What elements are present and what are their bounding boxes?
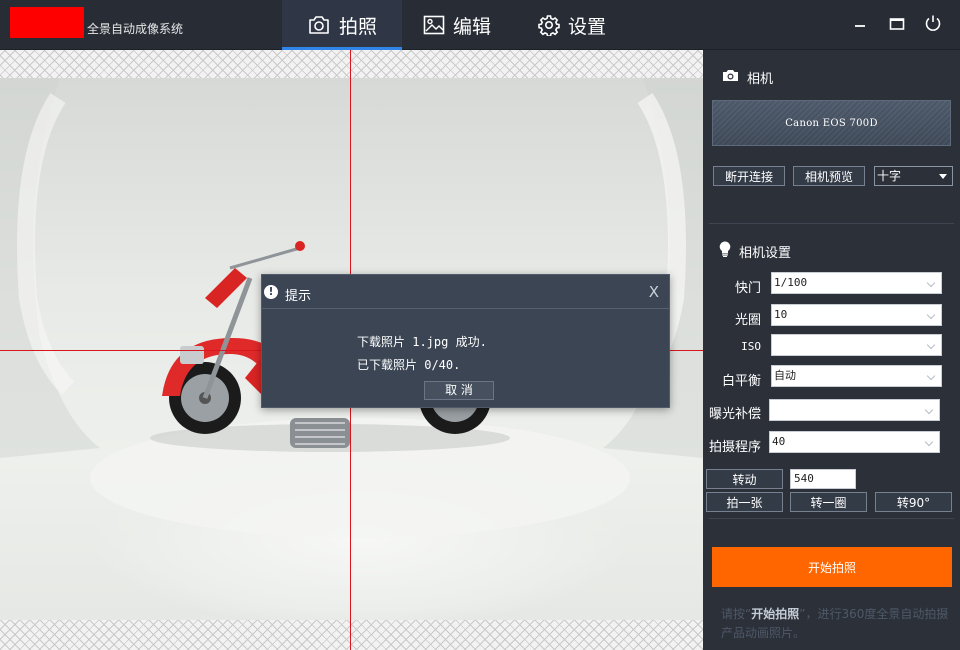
shooting-program-select[interactable]: 40 <box>769 431 940 453</box>
exposure-compensation-select[interactable] <box>769 399 940 421</box>
dialog-close-button[interactable]: X <box>649 283 659 301</box>
chevron-down-icon <box>926 310 936 320</box>
maximize-button[interactable] <box>886 14 908 36</box>
power-icon <box>924 14 942 36</box>
white-balance-select[interactable]: 自动 <box>771 365 942 387</box>
white-balance-label: 白平衡 <box>721 374 761 389</box>
exposure-compensation-label: 曝光补偿 <box>709 407 762 422</box>
hint-text-emphasis: 开始拍照 <box>751 607 800 621</box>
crosshair-select[interactable]: 十字 <box>874 166 953 186</box>
camera-icon <box>307 15 331 35</box>
start-shooting-button[interactable]: 开始拍照 <box>712 547 952 587</box>
chevron-down-icon <box>924 437 934 447</box>
dialog-header: ! 提示 X <box>262 275 669 309</box>
maximize-icon <box>889 16 905 35</box>
aperture-label: 光圈 <box>734 313 761 328</box>
image-icon <box>423 15 445 35</box>
crosshair-select-value: 十字 <box>877 169 902 183</box>
gear-icon <box>538 14 560 36</box>
camera-model-display: Canon EOS 700D <box>712 100 951 146</box>
dialog-message-download: 下载照片 1.jpg 成功. <box>357 335 487 349</box>
dialog-cancel-button[interactable]: 取 消 <box>424 381 494 400</box>
chevron-down-icon <box>926 278 936 288</box>
shutter-select[interactable]: 1/100 <box>771 272 942 294</box>
aperture-select[interactable]: 10 <box>771 304 942 326</box>
rotate-90-button[interactable]: 转90° <box>875 492 952 512</box>
chevron-down-icon <box>926 340 936 350</box>
disconnect-button[interactable]: 断开连接 <box>713 166 785 186</box>
chevron-down-icon <box>924 405 934 415</box>
rotate-degrees-input[interactable]: 540 <box>790 469 856 489</box>
tab-edit-label: 编辑 <box>452 15 491 38</box>
hint-text: 请按“开始拍照”，进行360度全景自动拍摄产品动画照片。 <box>721 605 953 643</box>
shooting-program-label: 拍摄程序 <box>709 440 762 455</box>
aperture-value: 10 <box>774 308 788 321</box>
control-panel: 相机 Canon EOS 700D 断开连接 相机预览 十字 相机设置 快门 1… <box>703 50 960 650</box>
shutter-value: 1/100 <box>774 276 808 289</box>
tab-settings-label: 设置 <box>567 15 606 38</box>
take-one-photo-button[interactable]: 拍一张 <box>706 492 783 512</box>
camera-preview-button[interactable]: 相机预览 <box>793 166 865 186</box>
shooting-program-value: 40 <box>772 435 786 448</box>
iso-label: ISO <box>741 340 761 353</box>
white-balance-value: 自动 <box>774 369 796 382</box>
rotate-full-circle-button[interactable]: 转一圈 <box>790 492 867 512</box>
tab-shoot[interactable]: 拍照 <box>282 0 402 50</box>
app-logo <box>10 7 84 38</box>
tab-settings[interactable]: 设置 <box>512 0 632 50</box>
camera-settings-header: 相机设置 <box>719 241 791 261</box>
camera-section-title: 相机 <box>747 72 774 87</box>
minimize-button[interactable] <box>849 14 871 36</box>
alert-icon: ! <box>264 285 278 299</box>
minimize-icon <box>853 16 867 35</box>
rotate-button[interactable]: 转动 <box>706 469 783 489</box>
hint-text-prefix: 请按“ <box>721 607 752 621</box>
divider <box>709 223 954 224</box>
download-dialog: ! 提示 X 下载照片 1.jpg 成功. 已下载照片 0/40. 取 消 <box>261 274 670 408</box>
power-button[interactable] <box>922 14 944 36</box>
title-bar: 全景自动成像系统 拍照 编辑 设置 <box>0 0 960 50</box>
tab-shoot-label: 拍照 <box>338 15 377 38</box>
camera-settings-title: 相机设置 <box>739 245 792 261</box>
divider <box>709 518 954 519</box>
dialog-message-progress: 已下载照片 0/40. <box>357 358 461 372</box>
chevron-down-icon <box>926 371 936 381</box>
camera-section-header: 相机 <box>722 68 773 87</box>
lightbulb-icon <box>719 241 731 261</box>
dialog-title: 提示 <box>285 289 312 304</box>
caret-down-icon <box>939 174 947 179</box>
iso-select[interactable] <box>771 334 942 356</box>
camera-icon <box>722 69 739 86</box>
app-title: 全景自动成像系统 <box>87 22 184 36</box>
tab-edit[interactable]: 编辑 <box>402 0 512 50</box>
shutter-label: 快门 <box>734 281 761 296</box>
